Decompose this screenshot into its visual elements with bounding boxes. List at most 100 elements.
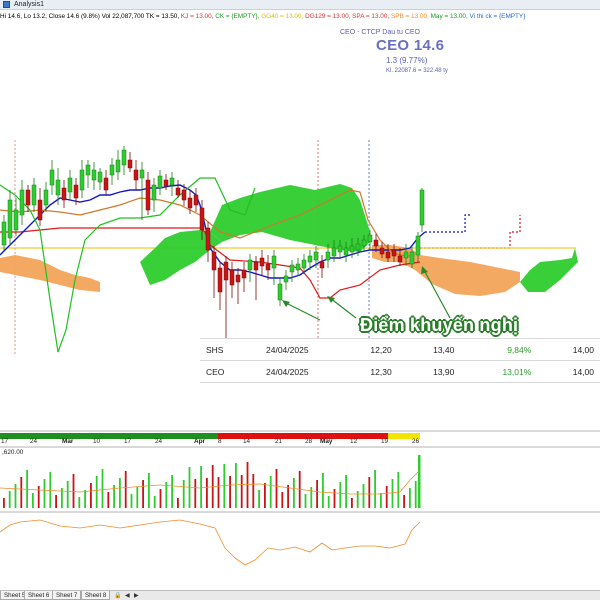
candle-body	[187, 197, 193, 209]
timeline-label: 24	[30, 438, 38, 445]
candle-body	[277, 283, 283, 301]
cell-change: 13,01%	[460, 360, 538, 383]
volume-bars	[3, 455, 421, 508]
volume-bar	[206, 478, 208, 508]
candle-body	[181, 189, 187, 201]
timeline-label: Apr	[194, 438, 206, 445]
volume-bar	[43, 479, 46, 508]
cell-date: 24/04/2025	[260, 360, 335, 383]
candle-body	[355, 243, 361, 251]
candle-body	[211, 251, 217, 271]
candle-body	[61, 187, 67, 201]
volume-bar	[229, 476, 231, 508]
price-chart[interactable]	[0, 0, 600, 600]
volume-bar	[385, 486, 388, 508]
candle-body	[73, 184, 79, 199]
volume-bar	[200, 466, 202, 508]
volume-bar	[310, 487, 313, 508]
candle-body	[319, 261, 325, 269]
candle-body	[205, 227, 211, 251]
candle-body	[325, 251, 331, 261]
timeline-label: 19	[381, 438, 389, 445]
candle-body	[361, 239, 367, 247]
candle-body	[193, 194, 199, 206]
volume-bar	[374, 470, 376, 508]
tab-nav-next-icon[interactable]: ▶	[134, 592, 139, 600]
volume-bar	[351, 498, 353, 508]
volume-bar	[90, 483, 92, 508]
cell-symbol: SHS	[200, 338, 260, 361]
candle-body	[397, 255, 403, 263]
candle-body	[67, 177, 73, 193]
volume-bar	[142, 480, 144, 508]
candle-body	[1, 221, 7, 246]
candle-body	[19, 189, 25, 216]
table-row[interactable]: CEO 24/04/2025 12,30 13,90 13,01% 14,00	[200, 360, 600, 383]
candle-body	[415, 235, 421, 256]
recommendation-table: SHS 24/04/2025 12,20 13,40 9,84% 14,00 C…	[200, 338, 600, 383]
tab-nav-lock-icon[interactable]: 🔒	[114, 592, 121, 600]
volume-bar	[124, 471, 127, 508]
candle-body	[379, 247, 385, 255]
candle-body	[301, 259, 307, 269]
candle-body	[31, 184, 37, 206]
cell-buy: 12,20	[335, 338, 398, 361]
candle-body	[283, 275, 289, 283]
candle-body	[133, 169, 139, 181]
candle-body	[7, 199, 13, 239]
volume-bar	[194, 479, 197, 508]
volume-bar	[269, 476, 272, 508]
cell-target: 14,00	[537, 360, 600, 383]
volume-bar	[136, 487, 139, 508]
volume-bar	[281, 492, 284, 508]
timeline-label: 8	[218, 438, 222, 445]
volume-bar	[368, 477, 371, 508]
volume-bar	[37, 486, 40, 508]
candle-body	[337, 245, 343, 253]
volume-scale-label: ,620.00	[2, 449, 24, 456]
candle-body	[175, 187, 181, 196]
candle-body	[349, 245, 355, 253]
cell-target: 14,00	[537, 338, 600, 361]
volume-bar	[327, 496, 330, 508]
candle-body	[373, 239, 379, 247]
volume-bar	[409, 488, 411, 508]
tab-sheet-7[interactable]: Sheet 7	[52, 591, 82, 600]
volume-bar	[275, 469, 278, 508]
candle-body	[139, 169, 145, 179]
table-row[interactable]: SHS 24/04/2025 12,20 13,40 9,84% 14,00	[200, 338, 600, 361]
candle-body	[43, 189, 49, 206]
timeline-label: 21	[275, 438, 283, 445]
volume-bar	[119, 478, 121, 508]
volume-bar	[101, 469, 104, 508]
candle-body	[121, 149, 127, 166]
candle-body	[241, 269, 247, 279]
candle-body	[151, 184, 157, 201]
sheet-tab-bar: Sheet 5 Sheet 6 Sheet 7 Sheet 8 🔒 ◀ ▶	[0, 590, 600, 600]
candle-body	[91, 169, 97, 181]
arrow-line-2	[329, 297, 357, 319]
arrow-head-2	[327, 296, 335, 303]
volume-bar	[3, 498, 5, 508]
volume-bar	[130, 494, 133, 508]
cell-buy: 12,30	[335, 360, 398, 383]
tab-sheet-8[interactable]: Sheet 8	[81, 591, 111, 600]
recommendation-label: Điểm khuyến nghị	[360, 315, 519, 335]
volume-bar	[14, 484, 17, 508]
tab-nav-prev-icon[interactable]: ◀	[125, 592, 130, 600]
volume-bar	[55, 495, 57, 508]
volume-bar	[177, 498, 179, 508]
candle-body	[163, 179, 169, 187]
volume-bar	[333, 489, 336, 508]
volume-bar	[345, 475, 347, 508]
volume-bar	[316, 480, 318, 508]
cloud-green-3	[520, 248, 578, 292]
candle-body	[145, 179, 151, 211]
tab-sheet-6[interactable]: Sheet 6	[24, 591, 54, 600]
volume-bar	[153, 496, 156, 508]
timeline-label: Mar	[62, 438, 74, 445]
candle-body	[169, 177, 175, 186]
volume-bar	[304, 494, 307, 508]
candle-body	[271, 255, 277, 269]
cell-price: 13,40	[397, 338, 461, 361]
